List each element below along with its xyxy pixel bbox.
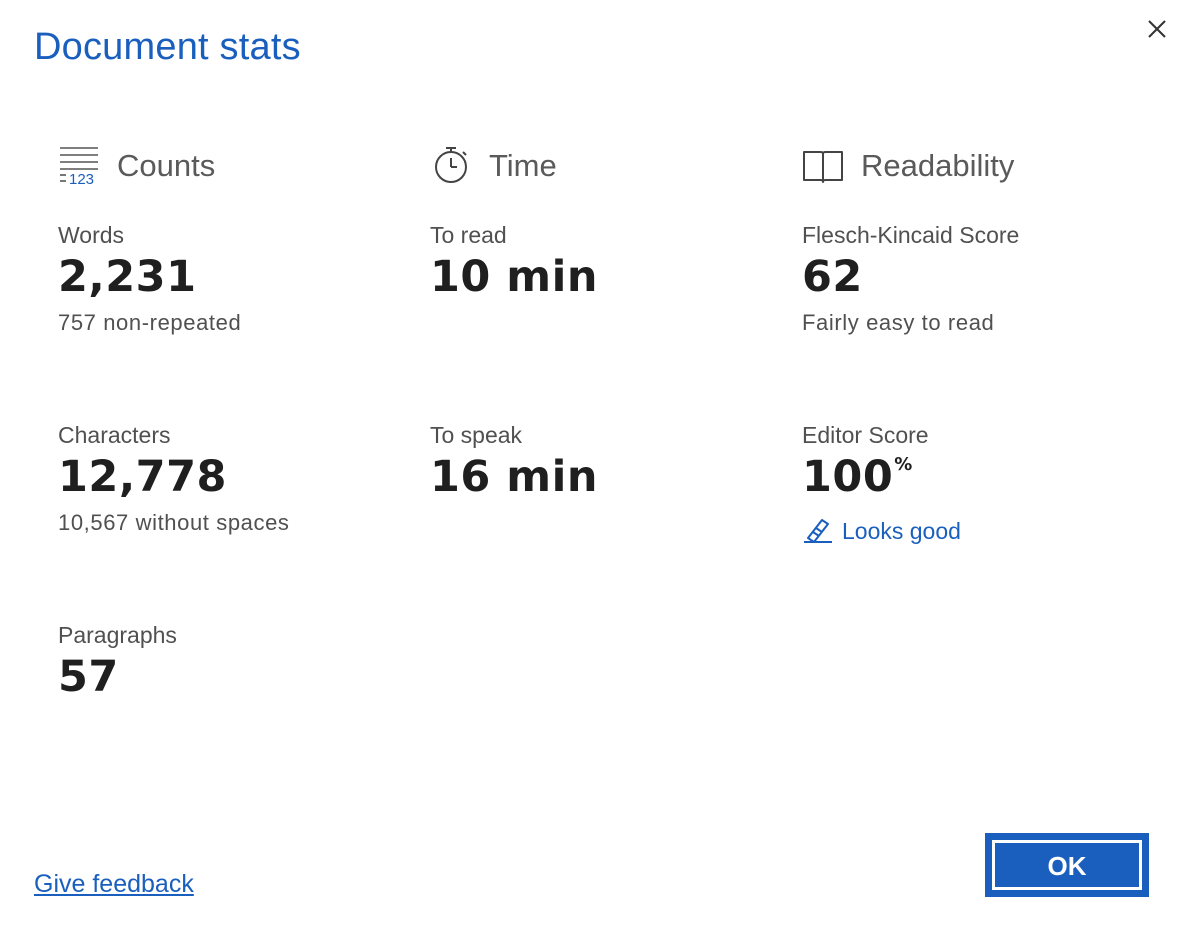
stopwatch-icon: [435, 147, 467, 183]
flesch-kincaid-label: Flesch-Kincaid Score: [802, 222, 1020, 248]
time-header: Time: [430, 140, 770, 190]
ok-button-label: OK: [1047, 851, 1087, 881]
flesch-kincaid-sub: Fairly easy to read: [802, 310, 995, 335]
to-speak-value: 16 min: [430, 452, 598, 502]
dialog-title: Document stats: [34, 26, 301, 68]
characters-label: Characters: [58, 422, 171, 448]
time-header-label: Time: [489, 148, 557, 183]
readability-header-label: Readability: [861, 148, 1015, 183]
words-sub: 757 non-repeated: [58, 310, 242, 335]
flesch-kincaid-value: 62: [802, 252, 863, 302]
to-read-value: 10 min: [430, 252, 598, 302]
counts-icon: 123: [60, 147, 98, 186]
close-icon: [1148, 20, 1166, 38]
paragraphs-value: 57: [58, 652, 119, 702]
give-feedback-link[interactable]: Give feedback: [34, 870, 194, 899]
editor-score-number: 100: [802, 452, 894, 502]
editor-score-unit: %: [894, 454, 913, 475]
words-value: 2,231: [58, 252, 197, 302]
paragraphs-label: Paragraphs: [58, 622, 177, 648]
close-button[interactable]: [1142, 14, 1172, 44]
counts-header-label: Counts: [117, 148, 216, 183]
editor-score-value: 100%: [802, 452, 913, 502]
to-speak-label: To speak: [430, 422, 523, 448]
ok-button[interactable]: OK: [985, 833, 1149, 897]
characters-sub: 10,567 without spaces: [58, 510, 290, 535]
to-read-label: To read: [430, 222, 507, 248]
characters-value: 12,778: [58, 452, 227, 502]
counts-header: 123 Counts: [58, 140, 398, 190]
editor-pen-icon: [804, 519, 832, 543]
looks-good-label: Looks good: [842, 518, 961, 544]
editor-score-label: Editor Score: [802, 422, 929, 448]
counts-icon-number: 123: [69, 171, 94, 186]
book-icon: [803, 151, 843, 183]
readability-header: Readability: [802, 140, 1142, 190]
words-label: Words: [58, 222, 125, 248]
